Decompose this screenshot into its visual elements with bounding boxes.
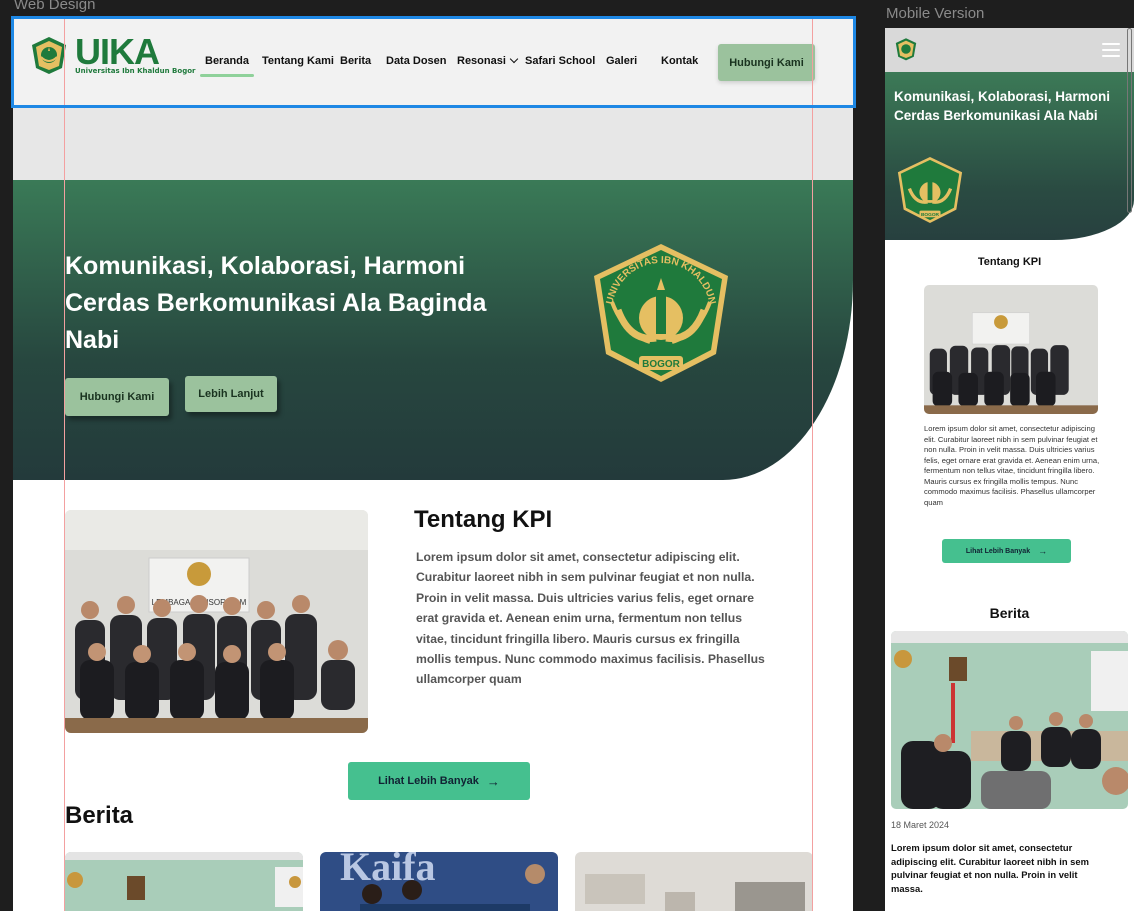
nav-item-kontak[interactable]: Kontak [661,55,698,67]
nav-item-galeri[interactable]: Galeri [606,55,637,67]
mobile-about-body: Lorem ipsum dolor sit amet, consectetur … [924,424,1100,507]
hero-lebih-lanjut-button[interactable]: Lebih Lanjut [185,376,277,412]
mobile-navbar [885,28,1134,72]
mobile-news-photo[interactable] [891,631,1128,809]
nav-item-data-dosen[interactable]: Data Dosen [386,55,447,67]
mobile-about-title: Tentang KPI [977,256,1042,268]
navbar: UIKA Universitas Ibn Khaldun Bogor Beran… [13,18,853,108]
brand-subtitle: Universitas Ibn Khaldun Bogor [75,67,196,75]
uika-logo-icon [32,36,66,74]
brand-logo[interactable]: UIKA Universitas Ibn Khaldun Bogor [29,34,195,75]
layout-guide-left [64,18,65,911]
mobile-version-frame: Komunikasi, Kolaborasi, Harmoni Cerdas B… [885,28,1134,911]
nav-item-safari-school[interactable]: Safari School [525,55,595,67]
mobile-news-title: Berita [989,605,1030,621]
nav-item-resonasi-label: Resonasi [457,55,506,67]
university-seal-icon: UNIVERSITAS IBN KHALDUN BOGOR [594,244,728,382]
mobile-lihat-lebih-banyak-button[interactable]: Lihat Lebih Banyak → [942,539,1071,563]
mobile-lihat-lebih-banyak-label: Lihat Lebih Banyak [965,547,1031,555]
about-photo: LEMBAGA SENSOR FILM [65,510,368,733]
nav-item-beranda[interactable]: Beranda [199,55,255,77]
arrow-right-icon: → [486,773,500,789]
hero-section: Komunikasi, Kolaborasi, Harmoni Cerdas B… [13,180,853,480]
hero-title: Komunikasi, Kolaborasi, Harmoni Cerdas B… [65,252,487,354]
university-seal-icon: BOGOR [897,156,963,224]
web-design-frame: UIKA Universitas Ibn Khaldun Bogor Beran… [13,18,853,911]
mobile-news-date: 18 Maret 2024 [891,820,950,830]
mobile-hero-title: Komunikasi, Kolaborasi, Harmoni Cerdas B… [894,89,1111,123]
about-title: Tentang KPI [414,506,553,533]
news-card[interactable] [65,852,303,911]
nav-item-berita[interactable]: Berita [340,55,371,67]
nav-item-tentang-kami[interactable]: Tentang Kami [262,55,334,67]
news-card-overlay-text: Kaifa [340,852,436,889]
nav-item-resonasi[interactable]: Resonasi [457,54,519,67]
hubungi-kami-nav-button[interactable]: Hubungi Kami [718,44,815,81]
seal-bottom-text: BOGOR [642,359,681,370]
lihat-lebih-banyak-label: Lihat Lebih Banyak [378,775,479,787]
news-title: Berita [65,802,134,829]
layout-guide-right [812,18,813,911]
web-frame-label: Web Design [14,0,96,13]
uika-logo-icon[interactable] [894,37,918,61]
mobile-news-body: Lorem ipsum dolor sit amet, consectetur … [891,842,1089,894]
section-spacer [13,108,853,180]
brand-name: UIKA [75,31,160,72]
news-card[interactable] [575,852,813,911]
chevron-down-icon [509,54,519,64]
about-body: Lorem ipsum dolor sit amet, consectetur … [416,550,765,687]
mobile-scrollbar[interactable] [1127,28,1132,213]
mobile-frame-label: Mobile Version [886,5,985,22]
mobile-hero-section: Komunikasi, Kolaborasi, Harmoni Cerdas B… [885,72,1134,240]
mobile-seal-bottom-text: BOGOR [921,212,940,218]
mobile-about-photo [924,285,1098,414]
hero-hubungi-kami-button[interactable]: Hubungi Kami [65,378,169,416]
lihat-lebih-banyak-button[interactable]: Lihat Lebih Banyak → [348,762,530,800]
news-card[interactable]: Kaifa [320,852,558,911]
hamburger-menu-icon[interactable] [1102,43,1120,57]
arrow-right-icon: → [1038,546,1048,556]
